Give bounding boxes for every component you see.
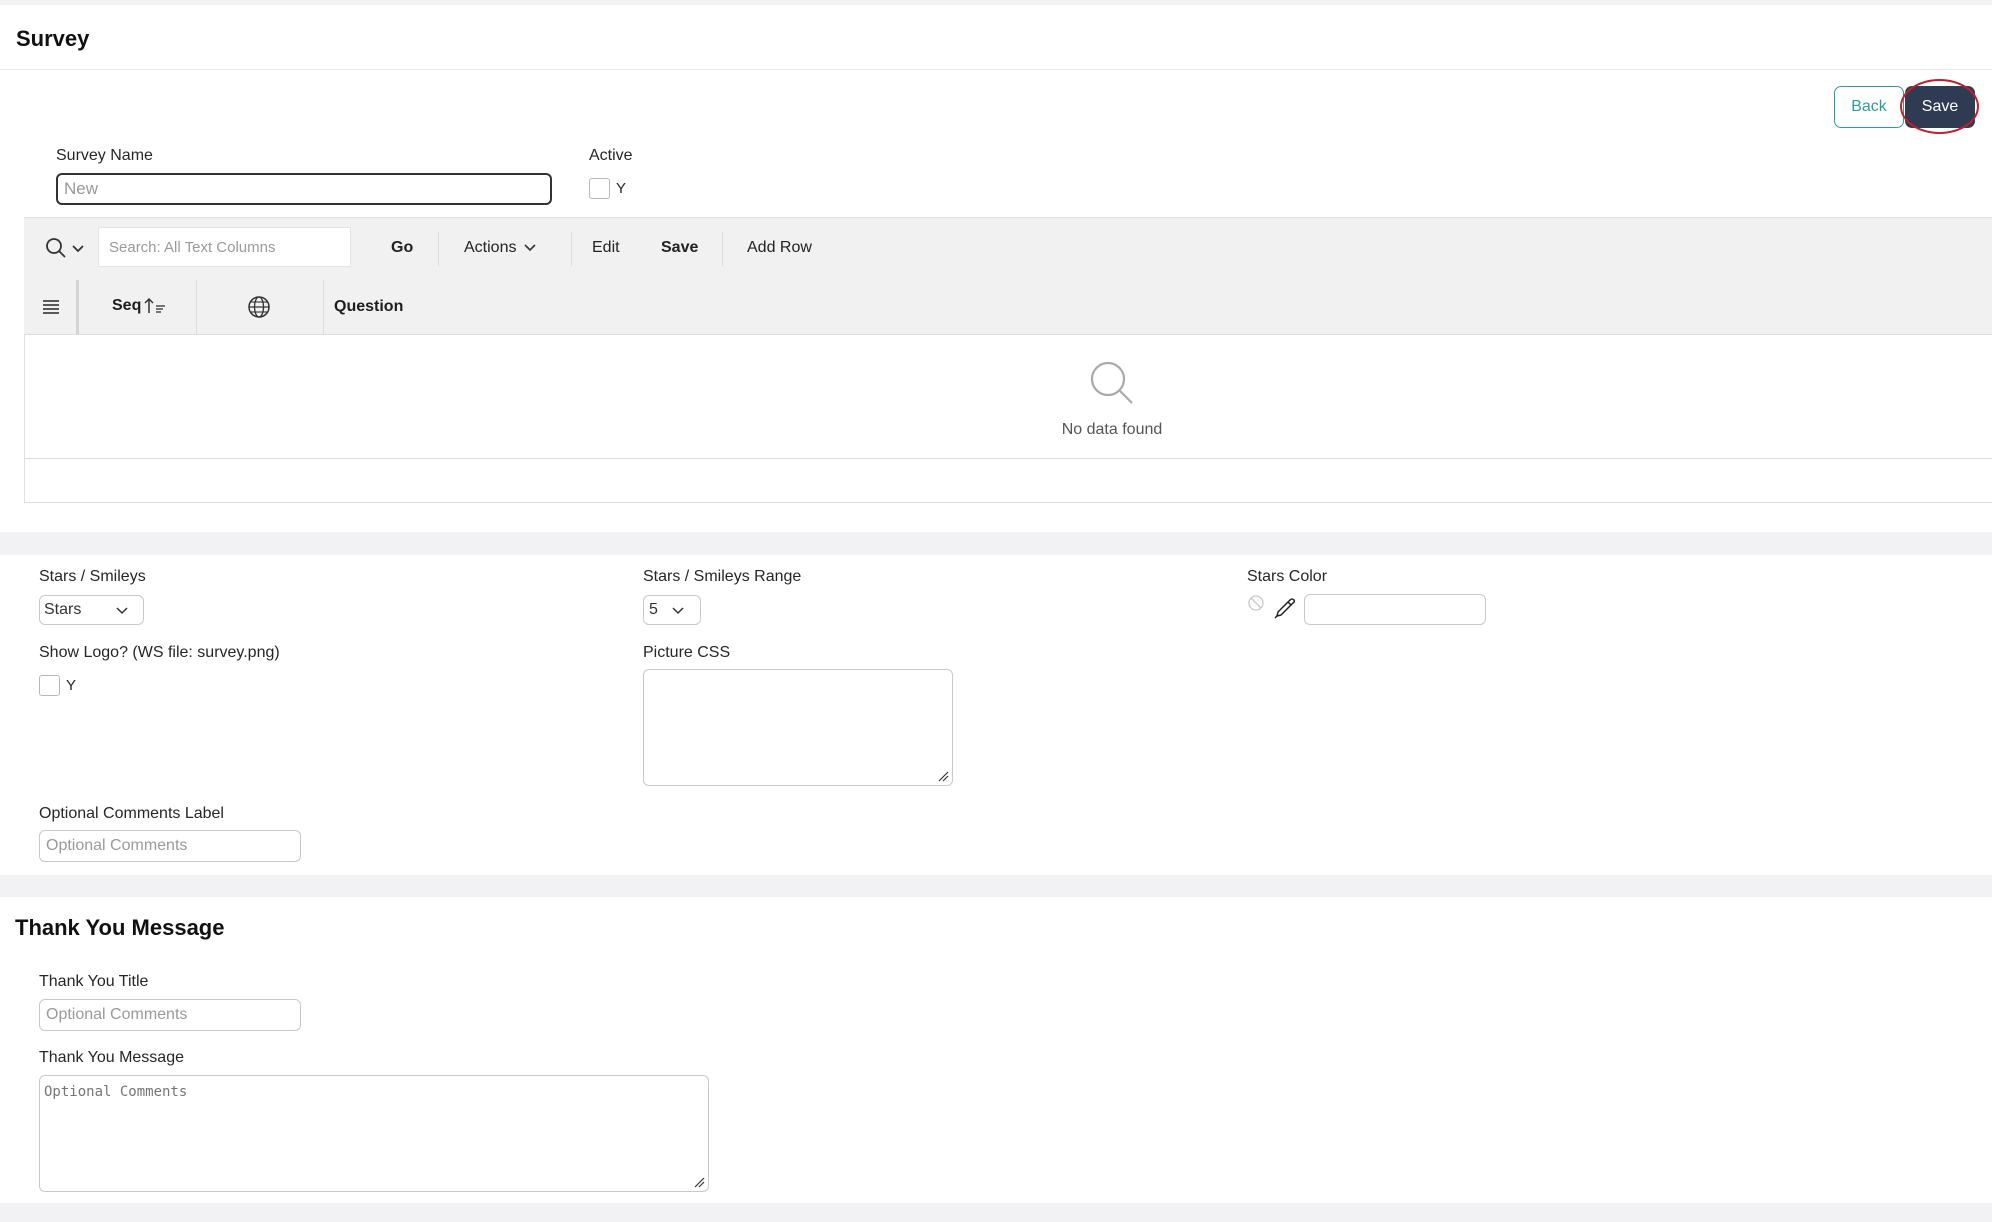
grid-save-button[interactable]: Save xyxy=(661,239,698,257)
chevron-down-icon xyxy=(524,244,536,252)
stars-smileys-select[interactable]: Stars xyxy=(39,595,144,625)
save-highlight-ring xyxy=(1900,79,1979,134)
back-button-label: Back xyxy=(1851,98,1887,115)
thank-you-section-title: Thank You Message xyxy=(15,915,225,940)
color-picker-icon[interactable] xyxy=(1273,596,1297,620)
thank-you-title-label: Thank You Title xyxy=(39,973,149,990)
chevron-down-icon xyxy=(672,607,684,615)
seq-header-label: Seq xyxy=(112,297,142,314)
active-label: Active xyxy=(589,147,633,164)
stars-smileys-value: Stars xyxy=(44,601,82,618)
toolbar-separator xyxy=(438,232,439,266)
stars-smileys-label: Stars / Smileys xyxy=(39,568,146,585)
thank-you-message-textarea[interactable] xyxy=(39,1075,709,1192)
show-logo-checkbox[interactable] xyxy=(39,675,60,696)
no-color-icon xyxy=(1248,595,1264,611)
resize-grip-icon[interactable] xyxy=(693,1176,705,1188)
grid-toolbar: Go Actions Edit Save Add Row xyxy=(24,217,1992,281)
grid-frozen-divider xyxy=(76,280,79,334)
add-row-button[interactable]: Add Row xyxy=(747,239,812,257)
toolbar-separator xyxy=(722,232,723,266)
thank-you-panel: Thank You Message Thank You Title Thank … xyxy=(0,897,1992,1203)
active-option-label: Y xyxy=(616,180,627,197)
stars-range-select[interactable]: 5 xyxy=(643,595,701,625)
stars-range-value: 5 xyxy=(649,601,658,618)
no-data-message: No data found xyxy=(1061,421,1163,438)
grid-header: Seq Question xyxy=(24,280,1992,335)
active-checkbox[interactable] xyxy=(589,178,610,199)
page-title: Survey xyxy=(16,26,90,51)
row-selector-menu-icon[interactable] xyxy=(42,299,60,315)
thank-you-message-label: Thank You Message xyxy=(39,1049,184,1066)
grid-search-input[interactable] xyxy=(98,227,351,267)
column-header-question[interactable]: Question xyxy=(334,298,403,316)
actions-menu-button[interactable]: Actions xyxy=(464,239,536,261)
stars-color-label: Stars Color xyxy=(1247,568,1328,585)
go-button[interactable]: Go xyxy=(391,239,413,257)
stars-color-input[interactable] xyxy=(1304,594,1486,625)
actions-label: Actions xyxy=(464,239,517,256)
stars-range-label: Stars / Smileys Range xyxy=(643,568,802,585)
globe-icon[interactable] xyxy=(247,295,271,319)
thank-you-title-input[interactable] xyxy=(39,999,301,1031)
grid-footer xyxy=(24,458,1992,503)
survey-name-label: Survey Name xyxy=(56,147,153,164)
no-data-search-icon xyxy=(1090,361,1133,404)
toolbar-separator xyxy=(571,232,572,266)
picture-css-label: Picture CSS xyxy=(643,644,731,661)
optional-comments-label: Optional Comments Label xyxy=(39,805,224,822)
resize-grip-icon[interactable] xyxy=(937,770,949,782)
survey-panel: Survey Back Save Survey Name Active Y Go… xyxy=(0,5,1992,532)
back-button[interactable]: Back xyxy=(1834,86,1904,128)
chevron-down-icon xyxy=(72,245,84,253)
edit-button[interactable]: Edit xyxy=(592,239,620,257)
show-logo-label: Show Logo? (WS file: survey.png) xyxy=(39,644,280,661)
column-divider xyxy=(323,280,324,334)
optional-comments-input[interactable] xyxy=(39,830,301,862)
survey-name-input[interactable] xyxy=(56,173,552,205)
show-logo-option-label: Y xyxy=(66,677,77,694)
chevron-down-icon xyxy=(116,607,128,615)
settings-panel: Stars / Smileys Stars Stars / Smileys Ra… xyxy=(0,555,1992,875)
header-divider xyxy=(0,69,1992,70)
grid-body: No data found xyxy=(24,335,1992,458)
column-divider xyxy=(196,280,197,334)
column-header-seq[interactable]: Seq xyxy=(112,297,165,319)
search-icon xyxy=(46,238,66,258)
sort-ascending-icon xyxy=(144,297,165,313)
search-column-selector[interactable] xyxy=(44,236,88,262)
picture-css-textarea[interactable] xyxy=(643,669,953,786)
